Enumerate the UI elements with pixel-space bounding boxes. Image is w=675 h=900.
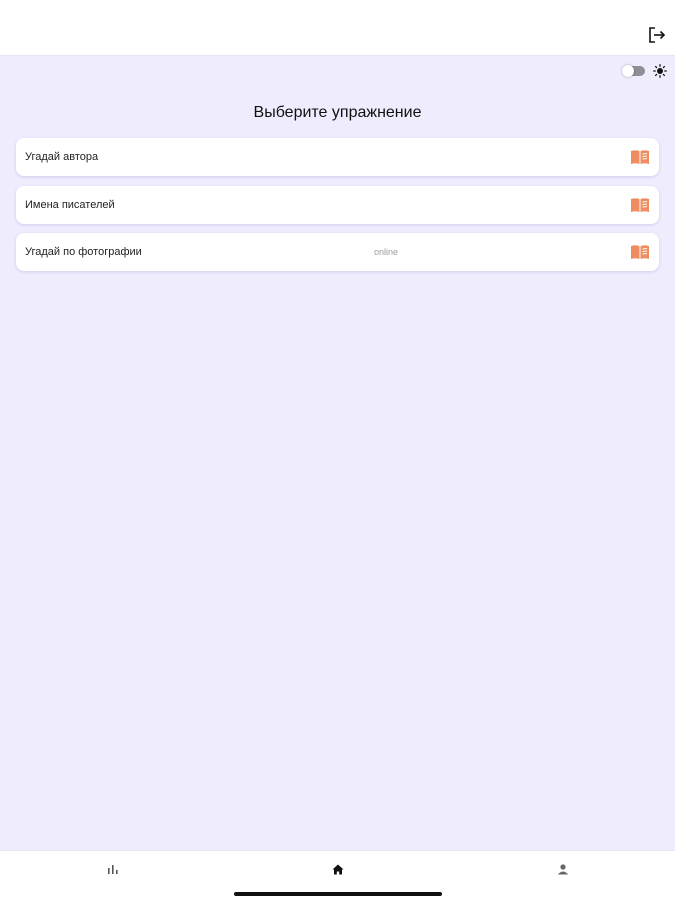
toggle-knob bbox=[622, 65, 634, 77]
home-indicator bbox=[234, 892, 442, 896]
nav-home[interactable] bbox=[328, 861, 348, 877]
exercise-label: Угадай автора bbox=[25, 151, 99, 163]
exercise-card-writer-names[interactable]: Имена писателей bbox=[16, 186, 659, 224]
exercise-card-guess-author[interactable]: Угадай автора bbox=[16, 138, 659, 176]
app-screen: Выберите упражнение Угадай автора Имена … bbox=[0, 0, 675, 900]
home-icon bbox=[332, 864, 344, 874]
sun-icon bbox=[653, 64, 667, 78]
main-content: Выберите упражнение Угадай автора Имена … bbox=[0, 56, 675, 850]
book-icon bbox=[631, 198, 649, 212]
theme-switcher bbox=[622, 64, 667, 78]
logout-icon[interactable] bbox=[648, 26, 666, 44]
stats-icon bbox=[108, 865, 118, 874]
exercise-card-guess-by-photo[interactable]: Угадай по фотографии online bbox=[16, 233, 659, 271]
top-bar bbox=[0, 0, 675, 56]
exercise-label: Имена писателей bbox=[25, 199, 115, 211]
theme-toggle[interactable] bbox=[622, 65, 645, 77]
online-badge: online bbox=[374, 247, 399, 257]
page-title: Выберите упражнение bbox=[253, 104, 422, 121]
bottom-nav bbox=[0, 850, 675, 900]
nav-stats[interactable] bbox=[103, 861, 123, 877]
book-icon bbox=[631, 245, 649, 259]
exercise-label: Угадай по фотографии bbox=[25, 246, 142, 258]
nav-profile[interactable] bbox=[553, 861, 573, 877]
book-icon bbox=[631, 150, 649, 164]
profile-icon bbox=[557, 863, 569, 874]
